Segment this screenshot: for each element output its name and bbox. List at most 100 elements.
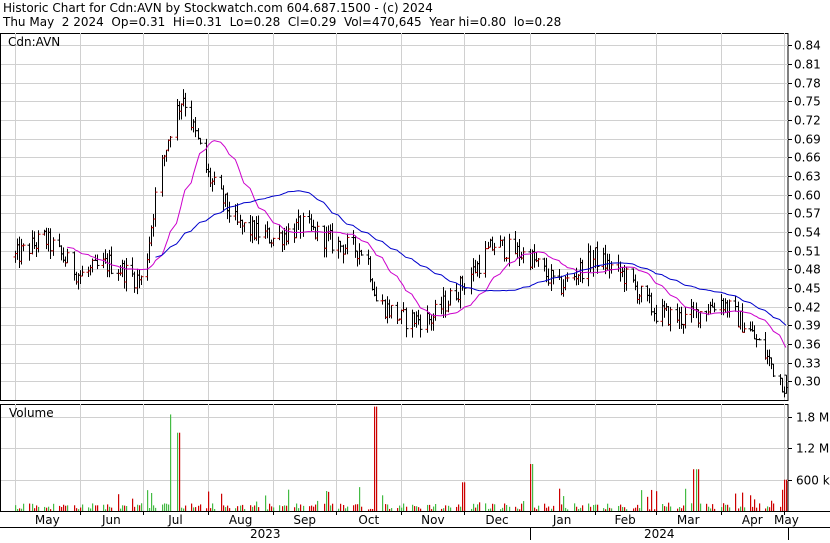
x-month-label: Oct — [358, 513, 379, 527]
price-bar — [59, 245, 64, 261]
volume-bar — [153, 505, 155, 511]
price-bar — [204, 138, 209, 173]
price-bar — [757, 338, 762, 341]
volume-bar — [137, 504, 139, 511]
volume-bar — [198, 505, 200, 511]
volume-bar — [250, 505, 252, 511]
x-year-label: 2024 — [644, 527, 675, 541]
price-bar — [723, 298, 728, 313]
volume-bar — [65, 505, 67, 511]
volume-bar — [662, 504, 664, 511]
price-bar — [448, 288, 453, 306]
volume-bar — [78, 509, 80, 511]
volume-bar — [59, 505, 61, 511]
volume-bar — [639, 508, 641, 511]
volume-bar — [294, 507, 296, 511]
volume-bar — [435, 503, 437, 511]
volume-bar — [664, 506, 666, 511]
volume-bar — [15, 505, 17, 511]
price-bar — [586, 243, 591, 287]
volume-bar — [700, 503, 702, 511]
price-bar — [742, 322, 747, 333]
price-bar — [13, 250, 18, 263]
volume-bar — [229, 508, 231, 511]
volume-bar — [458, 504, 460, 511]
volume-bar — [300, 504, 302, 511]
price-bar — [252, 219, 257, 241]
price-bar — [160, 154, 165, 197]
price-bar — [704, 310, 709, 322]
volume-bar — [769, 507, 771, 511]
price-bar — [124, 257, 129, 292]
price-bar — [227, 201, 232, 223]
volume-bar — [139, 505, 141, 511]
volume-bar — [389, 508, 391, 511]
price-bar — [183, 92, 188, 117]
volume-bar — [635, 507, 637, 511]
volume-bar — [385, 504, 387, 511]
volume-bar — [376, 406, 378, 511]
price-bar — [404, 307, 409, 338]
price-bar — [78, 270, 83, 284]
price-bar — [294, 218, 299, 239]
price-bar — [311, 219, 316, 230]
price-bar — [668, 306, 673, 332]
volume-bar — [765, 508, 767, 511]
moving-average-short-line — [67, 140, 787, 348]
volume-bar — [618, 505, 620, 511]
y-tick-label: 0.69 — [794, 133, 821, 147]
volume-bar — [244, 509, 246, 511]
price-bar — [282, 227, 287, 251]
volume-bar — [227, 505, 229, 511]
volume-bar — [53, 503, 55, 511]
x-month-label: May — [35, 513, 60, 527]
price-bar — [492, 242, 497, 256]
volume-bar — [311, 505, 313, 511]
volume-bar — [32, 503, 34, 511]
price-bar — [271, 237, 276, 247]
price-bar — [336, 236, 341, 259]
y-tick-label: 0.72 — [794, 114, 821, 128]
y-tick-label: 0.39 — [794, 319, 821, 333]
volume-bar — [576, 506, 578, 511]
volume-bar — [237, 506, 239, 511]
x-month-label: Mar — [677, 513, 700, 527]
price-bar — [412, 312, 417, 327]
volume-title: Volume — [9, 406, 54, 420]
volume-bar — [578, 509, 580, 511]
volume-bar — [740, 506, 742, 511]
volume-bar — [315, 504, 317, 511]
volume-bar — [668, 502, 670, 511]
volume-bar — [401, 507, 403, 511]
y-tick-label: 0.60 — [794, 189, 821, 203]
volume-bar — [773, 503, 775, 511]
price-bar — [238, 214, 243, 228]
volume-bar — [582, 505, 584, 511]
volume-bar — [166, 503, 168, 511]
volume-bar — [502, 507, 504, 511]
price-bar — [395, 301, 400, 325]
y-tick-label: 0.48 — [794, 263, 821, 277]
volume-bar — [595, 504, 597, 511]
volume-bar — [611, 508, 613, 511]
price-bar — [462, 283, 467, 295]
price-bar — [517, 239, 522, 266]
volume-bar — [296, 503, 298, 511]
volume-bar — [559, 488, 561, 511]
x-month-label: Nov — [421, 513, 444, 527]
price-bar — [322, 225, 327, 258]
volume-bar — [433, 506, 435, 511]
price-bar — [441, 287, 446, 318]
volume-bar — [544, 503, 546, 511]
volume-bar — [670, 506, 672, 511]
x-month-label: Jul — [167, 513, 182, 527]
price-bar — [153, 187, 158, 227]
price-bar — [559, 275, 564, 296]
volume-bar — [418, 507, 420, 511]
price-bar — [168, 136, 173, 148]
y-tick-label: 0.63 — [794, 170, 821, 184]
volume-bar — [473, 503, 475, 511]
volume-bar — [515, 506, 517, 511]
volume-bar — [416, 506, 418, 511]
x-month-label: May — [774, 513, 799, 527]
